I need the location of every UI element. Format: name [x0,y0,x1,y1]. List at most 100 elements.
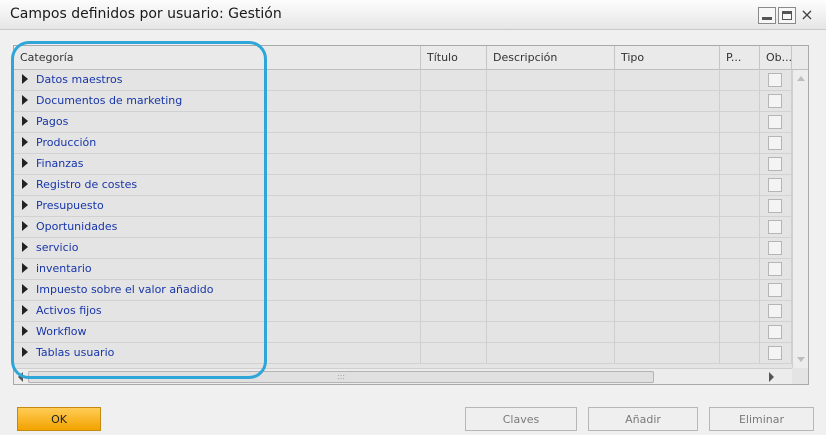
category-cell[interactable]: Pagos [14,112,421,133]
expand-arrow-icon[interactable] [22,179,28,189]
column-header-titulo[interactable]: Título [421,46,487,70]
grid-cell [615,259,720,280]
category-label[interactable]: Impuesto sobre el valor añadido [36,283,214,296]
scroll-up-icon[interactable] [797,76,805,81]
table-row[interactable]: Presupuesto [14,196,792,217]
expand-arrow-icon[interactable] [22,263,28,273]
expand-arrow-icon[interactable] [22,116,28,126]
table-row[interactable]: Documentos de marketing [14,91,792,112]
grid-cell [487,343,615,364]
table-row[interactable]: Oportunidades [14,217,792,238]
minimize-button[interactable] [758,7,776,24]
expand-arrow-icon[interactable] [22,284,28,294]
scroll-down-icon[interactable] [797,357,805,362]
table-row[interactable]: Workflow [14,322,792,343]
table-row[interactable]: Producción [14,133,792,154]
column-header-descripcion[interactable]: Descripción [487,46,615,70]
table-row[interactable]: Pagos [14,112,792,133]
grid-cell [615,343,720,364]
required-checkbox[interactable] [768,325,782,339]
category-cell[interactable]: Activos fijos [14,301,421,322]
category-label[interactable]: servicio [36,241,78,254]
category-label[interactable]: Presupuesto [36,199,104,212]
grid-cell [487,70,615,91]
required-checkbox[interactable] [768,262,782,276]
category-cell[interactable]: inventario [14,259,421,280]
category-label[interactable]: Datos maestros [36,73,123,86]
category-label[interactable]: inventario [36,262,92,275]
ok-button[interactable]: OK [17,407,101,431]
category-label[interactable]: Finanzas [36,157,84,170]
column-header-ob[interactable]: Ob... [760,46,792,70]
required-checkbox[interactable] [768,241,782,255]
expand-arrow-icon[interactable] [22,326,28,336]
expand-arrow-icon[interactable] [22,221,28,231]
required-checkbox[interactable] [768,178,782,192]
category-label[interactable]: Documentos de marketing [36,94,182,107]
maximize-button[interactable] [778,7,796,24]
category-cell[interactable]: servicio [14,238,421,259]
column-header-p[interactable]: P... [720,46,760,70]
category-label[interactable]: Workflow [36,325,87,338]
required-checkbox[interactable] [768,73,782,87]
required-checkbox[interactable] [768,199,782,213]
table-row[interactable]: Registro de costes [14,175,792,196]
grid-cell [615,133,720,154]
column-header-tipo[interactable]: Tipo [615,46,720,70]
category-cell[interactable]: Producción [14,133,421,154]
expand-arrow-icon[interactable] [22,200,28,210]
required-checkbox[interactable] [768,94,782,108]
expand-arrow-icon[interactable] [22,242,28,252]
grid-cell [760,70,792,91]
anadir-button[interactable]: Añadir [588,407,698,431]
table-row[interactable]: inventario [14,259,792,280]
category-cell[interactable]: Oportunidades [14,217,421,238]
expand-arrow-icon[interactable] [22,74,28,84]
required-checkbox[interactable] [768,136,782,150]
category-label[interactable]: Activos fijos [36,304,102,317]
table-row[interactable]: Tablas usuario [14,343,792,364]
category-cell[interactable]: Presupuesto [14,196,421,217]
column-header-categoria[interactable]: Categoría [14,46,421,70]
category-label[interactable]: Producción [36,136,96,149]
horizontal-scrollbar[interactable]: ::: [14,368,792,384]
category-cell[interactable]: Finanzas [14,154,421,175]
expand-arrow-icon[interactable] [22,305,28,315]
close-button[interactable]: × [798,7,816,24]
table-row[interactable]: Activos fijos [14,301,792,322]
category-label[interactable]: Registro de costes [36,178,137,191]
grid-cell [720,322,760,343]
expand-arrow-icon[interactable] [22,95,28,105]
required-checkbox[interactable] [768,157,782,171]
horizontal-scroll-thumb[interactable]: ::: [28,371,654,383]
table-row[interactable]: Impuesto sobre el valor añadido [14,280,792,301]
expand-arrow-icon[interactable] [22,347,28,357]
category-cell[interactable]: Datos maestros [14,70,421,91]
required-checkbox[interactable] [768,115,782,129]
category-cell[interactable]: Documentos de marketing [14,91,421,112]
required-checkbox[interactable] [768,304,782,318]
table-row[interactable]: Datos maestros [14,70,792,91]
eliminar-button[interactable]: Eliminar [709,407,814,431]
expand-arrow-icon[interactable] [22,158,28,168]
table-row[interactable]: servicio [14,238,792,259]
category-label[interactable]: Pagos [36,115,68,128]
claves-button[interactable]: Claves [465,407,577,431]
category-label[interactable]: Tablas usuario [36,346,114,359]
vertical-scrollbar[interactable] [792,70,808,368]
category-label[interactable]: Oportunidades [36,220,117,233]
window-title: Campos definidos por usuario: Gestión [10,6,282,22]
grid-cell [720,259,760,280]
grid-cell [421,196,487,217]
expand-arrow-icon[interactable] [22,137,28,147]
scroll-left-icon[interactable] [18,372,23,382]
category-cell[interactable]: Workflow [14,322,421,343]
required-checkbox[interactable] [768,220,782,234]
category-cell[interactable]: Tablas usuario [14,343,421,364]
category-cell[interactable]: Impuesto sobre el valor añadido [14,280,421,301]
scroll-right-icon[interactable] [769,372,774,382]
required-checkbox[interactable] [768,346,782,360]
table-row[interactable]: Finanzas [14,154,792,175]
category-cell[interactable]: Registro de costes [14,175,421,196]
required-checkbox[interactable] [768,283,782,297]
